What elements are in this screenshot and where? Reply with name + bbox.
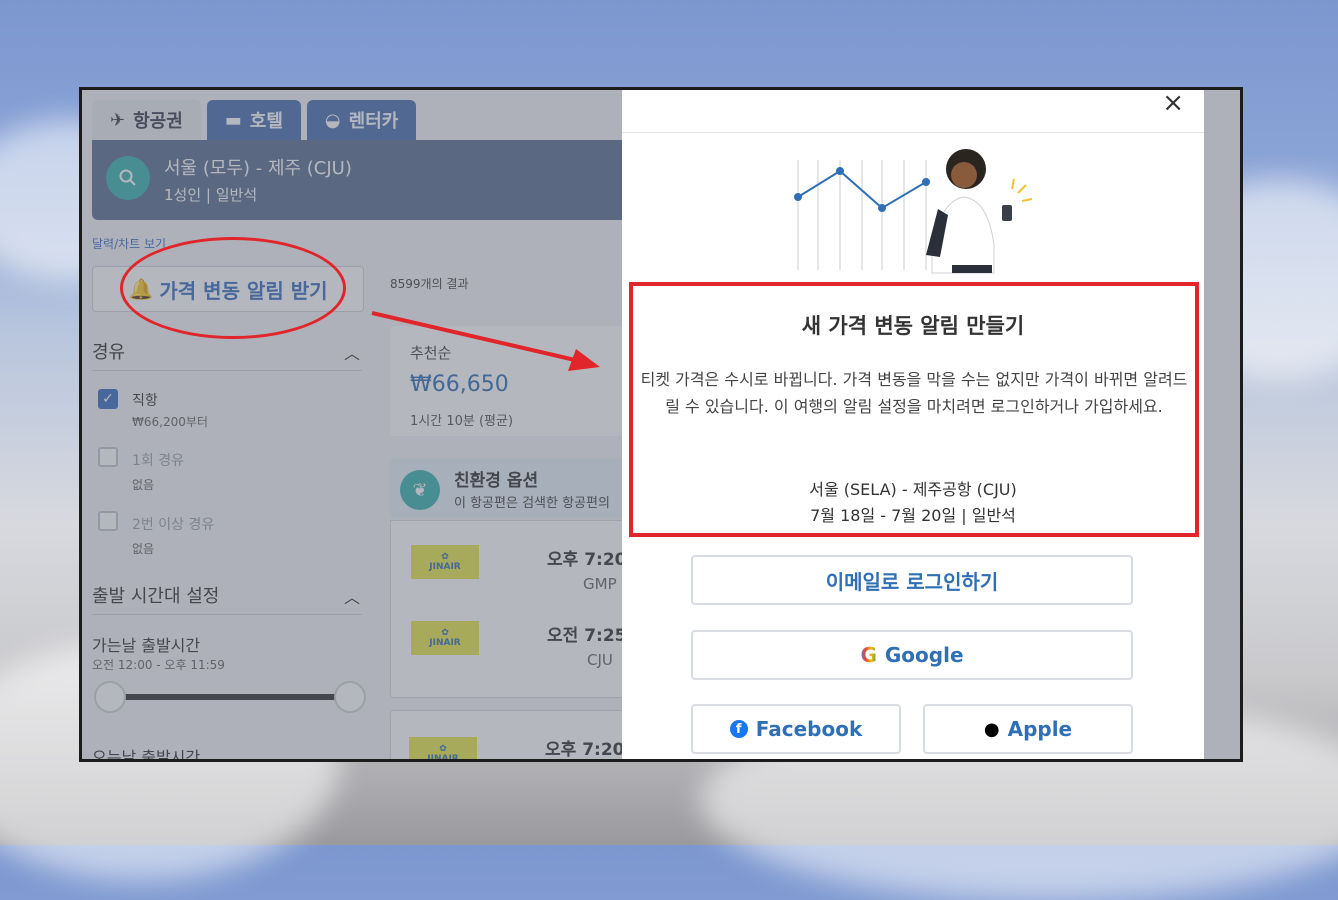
modal-route: 서울 (SELA) - 제주공항 (CJU) [809, 480, 1017, 499]
price-alert-modal: × 새 가격 변동 알림 만들기 티켓 가격은 수시로 바뀝니다. 가격 변동을… [622, 90, 1204, 759]
email-login-label: 이메일로 로그인하기 [825, 569, 999, 594]
google-login-label: Google [884, 643, 964, 667]
google-login-button[interactable]: G Google [691, 630, 1133, 680]
arrow-annotation [371, 311, 600, 371]
price-chart-illustration [794, 149, 1033, 274]
modal-dates: 7월 18일 - 7월 20일 | 일반석 [810, 506, 1016, 525]
google-icon: G [860, 643, 877, 667]
close-icon[interactable]: × [1162, 90, 1184, 118]
facebook-login-button[interactable]: f Facebook [691, 704, 901, 754]
modal-description: 티켓 가격은 수시로 바뀝니다. 가격 변동을 막을 수는 없지만 가격이 바뀌… [640, 370, 1188, 416]
apple-login-button[interactable]: ● Apple [923, 704, 1133, 754]
modal-title: 새 가격 변동 알림 만들기 [801, 314, 1025, 338]
facebook-login-label: Facebook [755, 717, 863, 741]
flight-search-app: ✈ 항공권 ▬ 호텔 ◒ 렌터카 서울 (모두) - 제주 (CJU) 1성인 … [82, 90, 1240, 759]
apple-icon: ● [983, 718, 1000, 740]
apple-login-label: Apple [1007, 717, 1073, 741]
highlight-ellipse-annotation [120, 237, 346, 339]
facebook-icon: f [729, 720, 748, 738]
email-login-button[interactable]: 이메일로 로그인하기 [691, 555, 1133, 605]
modal-divider [622, 132, 1204, 133]
screenshot-frame: ✈ 항공권 ▬ 호텔 ◒ 렌터카 서울 (모두) - 제주 (CJU) 1성인 … [79, 87, 1243, 762]
